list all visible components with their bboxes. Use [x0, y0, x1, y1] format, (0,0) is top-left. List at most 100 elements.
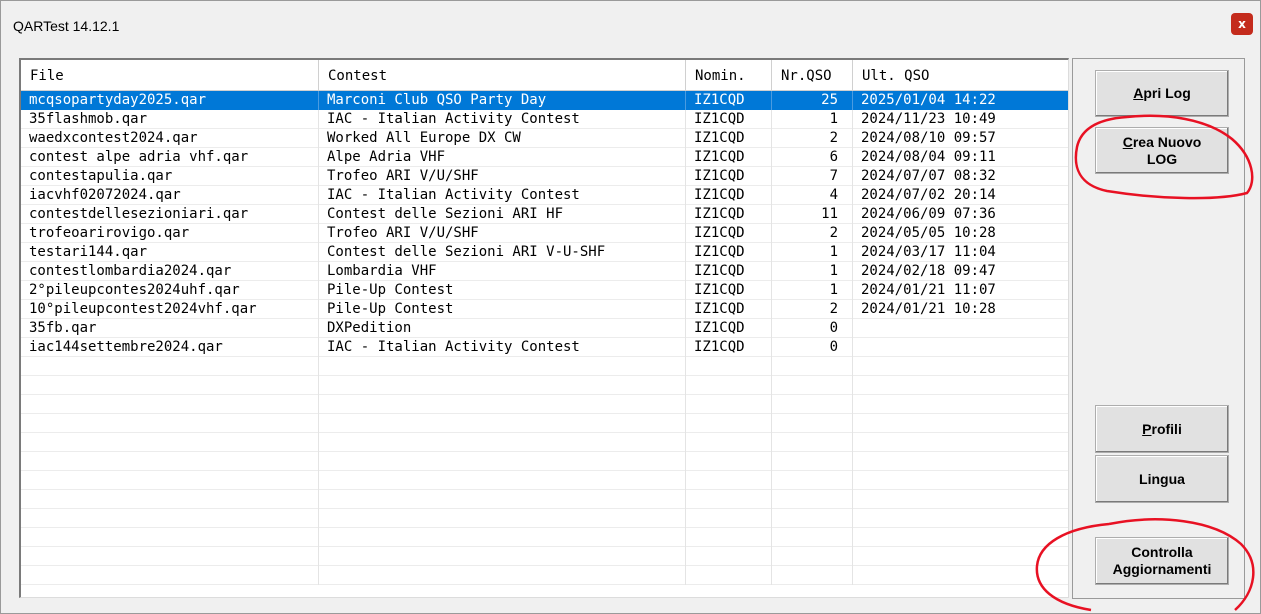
cell-ult: 2025/01/04 14:22	[853, 91, 1068, 110]
cell-ult	[853, 509, 1068, 528]
cell-file: contest alpe adria vhf.qar	[21, 148, 319, 167]
empty-row	[21, 414, 1068, 433]
action-panel: Apri Log Crea Nuovo LOG Profili Lingua C…	[1072, 58, 1245, 599]
cell-file: 2°pileupcontes2024uhf.qar	[21, 281, 319, 300]
cell-nomin: IZ1CQD	[686, 186, 772, 205]
cell-nomin	[686, 395, 772, 414]
cell-ult: 2024/01/21 11:07	[853, 281, 1068, 300]
cell-nr	[772, 357, 853, 376]
empty-row	[21, 395, 1068, 414]
table-row[interactable]: 35fb.qar DXPedition IZ1CQD 0	[21, 319, 1068, 338]
table-row[interactable]: contest alpe adria vhf.qar Alpe Adria VHF…	[21, 148, 1068, 167]
cell-ult: 2024/03/17 11:04	[853, 243, 1068, 262]
cell-nr	[772, 414, 853, 433]
cell-ult	[853, 357, 1068, 376]
cell-ult	[853, 433, 1068, 452]
cell-nr	[772, 433, 853, 452]
table-row[interactable]: mcqsopartyday2025.qar Marconi Club QSO Pa…	[21, 91, 1068, 110]
cell-contest: Contest delle Sezioni ARI V-U-SHF	[319, 243, 686, 262]
cell-file	[21, 490, 319, 509]
table-row[interactable]: waedxcontest2024.qar Worked All Europe DX…	[21, 129, 1068, 148]
cell-nr	[772, 452, 853, 471]
cell-ult	[853, 319, 1068, 338]
cell-nomin: IZ1CQD	[686, 110, 772, 129]
empty-row	[21, 452, 1068, 471]
cell-file	[21, 414, 319, 433]
cell-file: contestdellesezioniari.qar	[21, 205, 319, 224]
cell-nomin: IZ1CQD	[686, 91, 772, 110]
table-row[interactable]: iacvhf02072024.qar IAC - Italian Activity…	[21, 186, 1068, 205]
cell-nomin: IZ1CQD	[686, 281, 772, 300]
cell-file: iacvhf02072024.qar	[21, 186, 319, 205]
cell-nr: 1	[772, 262, 853, 281]
log-file-list[interactable]: File Contest Nomin. Nr.QSO Ult. QSO mcqs…	[19, 58, 1069, 598]
cell-contest	[319, 395, 686, 414]
table-row[interactable]: iac144settembre2024.qar IAC - Italian Act…	[21, 338, 1068, 357]
cell-nomin: IZ1CQD	[686, 300, 772, 319]
lingua-button[interactable]: Lingua	[1095, 455, 1229, 503]
cell-file: contestapulia.qar	[21, 167, 319, 186]
cell-file	[21, 528, 319, 547]
cell-ult: 2024/07/02 20:14	[853, 186, 1068, 205]
cell-ult	[853, 547, 1068, 566]
cell-nomin	[686, 414, 772, 433]
table-row[interactable]: 2°pileupcontes2024uhf.qar Pile-Up Contest…	[21, 281, 1068, 300]
crea-nuovo-label: rea Nuovo	[1132, 133, 1202, 150]
cell-file	[21, 433, 319, 452]
cell-nomin	[686, 452, 772, 471]
cell-ult: 2024/02/18 09:47	[853, 262, 1068, 281]
table-row[interactable]: trofeoarirovigo.qar Trofeo ARI V/U/SHF IZ1…	[21, 224, 1068, 243]
empty-row	[21, 509, 1068, 528]
cell-nomin: IZ1CQD	[686, 243, 772, 262]
cell-contest: Pile-Up Contest	[319, 300, 686, 319]
empty-row	[21, 528, 1068, 547]
column-header-nr-qso[interactable]: Nr.QSO	[772, 60, 853, 91]
cell-ult	[853, 490, 1068, 509]
cell-ult	[853, 528, 1068, 547]
close-button[interactable]: x	[1231, 13, 1253, 35]
empty-row	[21, 471, 1068, 490]
column-header-file[interactable]: File	[21, 60, 319, 91]
cell-ult: 2024/06/09 07:36	[853, 205, 1068, 224]
cell-file	[21, 357, 319, 376]
column-header-nomin[interactable]: Nomin.	[686, 60, 772, 91]
cell-nomin: IZ1CQD	[686, 205, 772, 224]
apri-log-label: pri Log	[1143, 85, 1191, 101]
cell-ult	[853, 414, 1068, 433]
table-row[interactable]: testari144.qar Contest delle Sezioni ARI …	[21, 243, 1068, 262]
controlla-label-line2: Aggiornamenti	[1112, 561, 1212, 577]
cell-nr: 4	[772, 186, 853, 205]
cell-ult	[853, 566, 1068, 585]
cell-contest	[319, 528, 686, 547]
cell-file	[21, 376, 319, 395]
table-row[interactable]: contestapulia.qar Trofeo ARI V/U/SHF IZ1CQ…	[21, 167, 1068, 186]
table-row[interactable]: 35flashmob.qar IAC - Italian Activity Con…	[21, 110, 1068, 129]
table-row[interactable]: 10°pileupcontest2024vhf.qar Pile-Up Conte…	[21, 300, 1068, 319]
controlla-aggiornamenti-button[interactable]: Controlla Aggiornamenti	[1095, 537, 1229, 585]
cell-contest: Contest delle Sezioni ARI HF	[319, 205, 686, 224]
cell-nomin: IZ1CQD	[686, 319, 772, 338]
cell-ult	[853, 471, 1068, 490]
cell-ult: 2024/08/04 09:11	[853, 148, 1068, 167]
crea-nuovo-log-button[interactable]: Crea Nuovo LOG	[1095, 127, 1229, 174]
column-header-ult-qso[interactable]: Ult. QSO	[853, 60, 1068, 91]
cell-file	[21, 547, 319, 566]
profili-button[interactable]: Profili	[1095, 405, 1229, 453]
cell-file: iac144settembre2024.qar	[21, 338, 319, 357]
cell-nr: 2	[772, 224, 853, 243]
cell-contest: Trofeo ARI V/U/SHF	[319, 167, 686, 186]
column-header-contest[interactable]: Contest	[319, 60, 686, 91]
cell-contest	[319, 376, 686, 395]
table-row[interactable]: contestdellesezioniari.qar Contest delle …	[21, 205, 1068, 224]
cell-contest: Marconi Club QSO Party Day	[319, 91, 686, 110]
table-row[interactable]: contestlombardia2024.qar Lombardia VHF IZ1…	[21, 262, 1068, 281]
empty-row	[21, 566, 1068, 585]
cell-file	[21, 509, 319, 528]
cell-nomin	[686, 490, 772, 509]
cell-contest	[319, 490, 686, 509]
cell-file: testari144.qar	[21, 243, 319, 262]
cell-nomin	[686, 566, 772, 585]
cell-contest: Trofeo ARI V/U/SHF	[319, 224, 686, 243]
cell-ult: 2024/07/07 08:32	[853, 167, 1068, 186]
apri-log-button[interactable]: Apri Log	[1095, 70, 1229, 117]
